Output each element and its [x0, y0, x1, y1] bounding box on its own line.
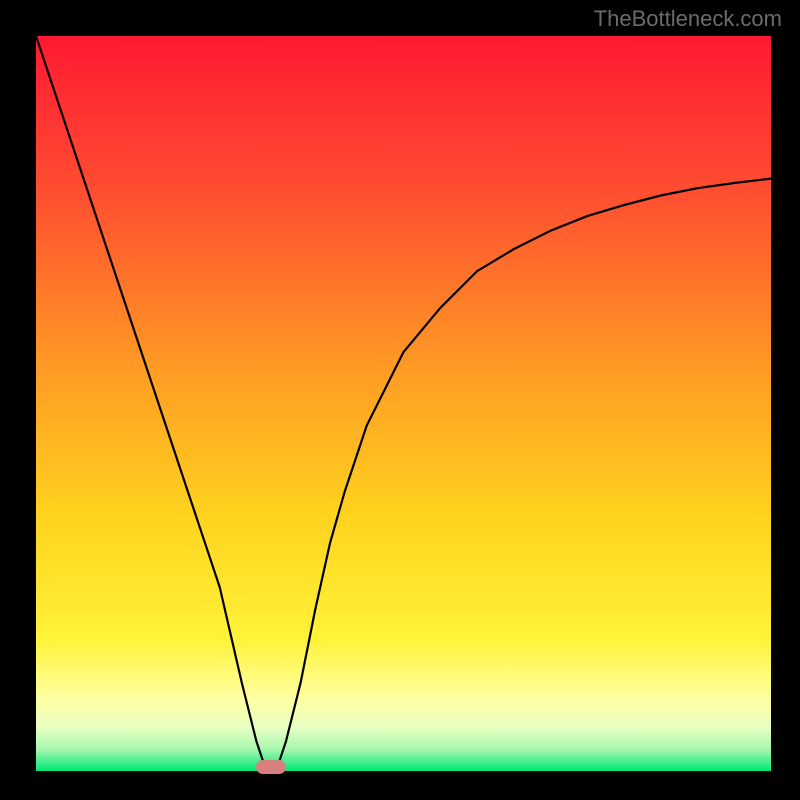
curve-line — [36, 36, 771, 771]
optimal-marker — [256, 760, 286, 774]
watermark-text: TheBottleneck.com — [594, 6, 782, 32]
plot-area — [36, 36, 771, 771]
